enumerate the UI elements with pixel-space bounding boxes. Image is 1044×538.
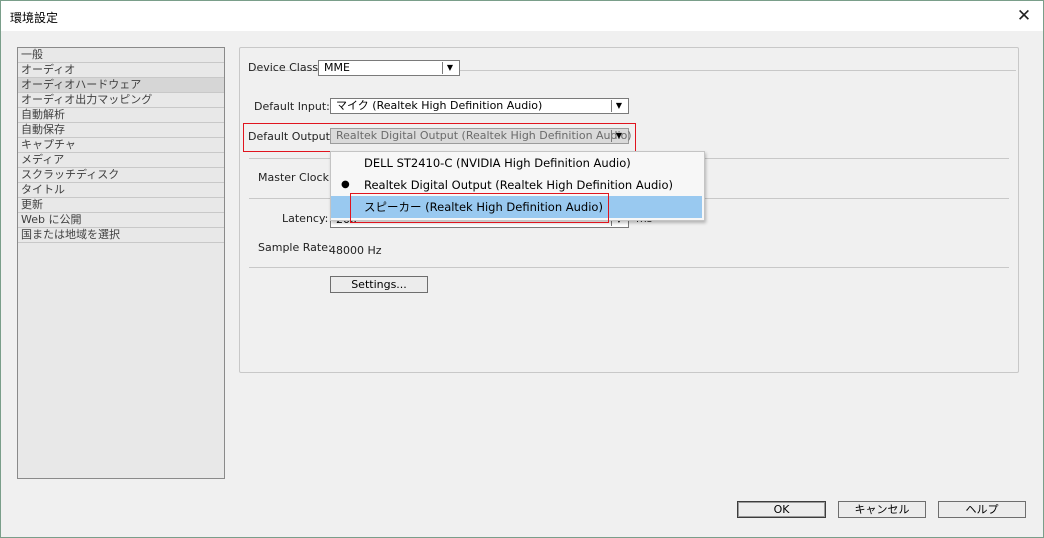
default-output-label: Default Output: [248,130,334,143]
category-audio-output-mapping[interactable]: オーディオ出力マッピング [18,93,224,108]
dropdown-option[interactable]: DELL ST2410-C (NVIDIA High Definition Au… [331,152,702,174]
bullet-icon: ● [341,179,350,190]
default-input-label: Default Input: [254,100,330,113]
category-audio-hardware[interactable]: オーディオハードウェア [18,78,224,93]
divider [249,267,1009,268]
close-icon[interactable]: ✕ [1013,5,1035,27]
sample-rate-label: Sample Rate: [258,241,332,254]
device-class-dropdown[interactable]: MME ▼ [318,60,460,76]
default-output-value: Realtek Digital Output (Realtek High Def… [336,129,632,142]
device-class-label: Device Class: [248,61,322,74]
chevron-down-icon: ▼ [615,131,623,140]
category-scratch-disks[interactable]: スクラッチディスク [18,168,224,183]
dropdown-option-highlighted[interactable]: スピーカー (Realtek High Definition Audio) [331,196,702,218]
category-auto-analysis[interactable]: 自動解析 [18,108,224,123]
window-title: 環境設定 [10,11,59,25]
device-class-value: MME [324,61,350,74]
preferences-category-list: 一般 オーディオ オーディオハードウェア オーディオ出力マッピング 自動解析 自… [17,47,225,479]
category-titles[interactable]: タイトル [18,183,224,198]
default-output-dropdown[interactable]: Realtek Digital Output (Realtek High Def… [330,128,632,144]
dropdown-option-label: Realtek Digital Output (Realtek High Def… [364,178,674,192]
ok-button[interactable]: OK [737,501,826,518]
category-publish-to-web[interactable]: Web に公開 [18,213,224,228]
chevron-down-icon: ▼ [615,101,623,110]
default-input-value: マイク (Realtek High Definition Audio) [336,99,543,112]
category-media[interactable]: メディア [18,153,224,168]
settings-button[interactable]: Settings... [330,276,428,293]
category-audio[interactable]: オーディオ [18,63,224,78]
cancel-button[interactable]: キャンセル [838,501,926,518]
title-bar: 環境設定 ✕ [1,1,1043,31]
sample-rate-value: 48000 Hz [329,244,382,257]
category-updates[interactable]: 更新 [18,198,224,213]
default-input-dropdown[interactable]: マイク (Realtek High Definition Audio) ▼ [330,98,629,114]
master-clock-label: Master Clock: [258,171,333,184]
output-device-dropdown-list: DELL ST2410-C (NVIDIA High Definition Au… [330,151,705,221]
chevron-down-icon: ▼ [446,63,454,72]
category-select-country-region[interactable]: 国または地域を選択 [18,228,224,243]
latency-label: Latency: [282,212,329,225]
dropdown-option-label: スピーカー (Realtek High Definition Audio) [364,200,603,214]
category-general[interactable]: 一般 [18,48,224,63]
dropdown-option-label: DELL ST2410-C (NVIDIA High Definition Au… [364,156,631,170]
dropdown-option-checked[interactable]: ● Realtek Digital Output (Realtek High D… [331,174,702,196]
help-button[interactable]: ヘルプ [938,501,1026,518]
category-auto-save[interactable]: 自動保存 [18,123,224,138]
category-capture[interactable]: キャプチャ [18,138,224,153]
